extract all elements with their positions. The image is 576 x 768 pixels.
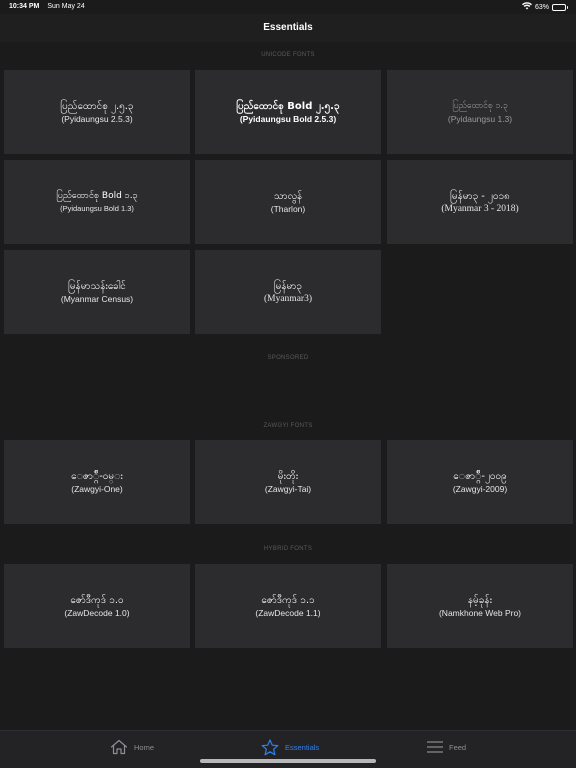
font-tile-pyidaungsu-1-3[interactable]: ပြည်ထောင်စု ၁.၃ (Pyidaungsu 1.3) [387, 70, 573, 154]
font-name: ပြည်ထောင်စု ၂.၅.၃ [60, 100, 134, 112]
font-name: ဇော်ဒီကုဒ် ၁.၁ [261, 594, 315, 606]
font-tile-myanmar-census[interactable]: မြန်မာသန်းခေါင် (Myanmar Census) [4, 250, 190, 334]
font-label: (Myanmar 3 - 2018) [441, 203, 519, 214]
font-tile-pyidaungsu-bold-2-5-3[interactable]: ပြည်ထောင်စု Bold ၂.၅.၃ (Pyidaungsu Bold … [195, 70, 381, 154]
font-tile-zawdecode-1-1[interactable]: ဇော်ဒီကုဒ် ၁.၁ (ZawDecode 1.1) [195, 564, 381, 648]
home-icon [110, 739, 128, 755]
font-name: ပြည်ထောင်စု Bold ၂.၅.၃ [236, 100, 340, 112]
home-indicator[interactable] [200, 759, 376, 763]
font-label: (Zawgyi-One) [71, 483, 123, 494]
list-icon [427, 740, 443, 754]
status-time: 10:34 PM [9, 3, 40, 10]
font-name: ပြည်ထောင်စု ၁.၃ [452, 100, 508, 111]
font-name: ပြည်ထောင်စု Bold ၁.၃ [56, 190, 138, 201]
font-tile-myanmar-3-2018[interactable]: မြန်မာ၃ - ၂၀၁၈ (Myanmar 3 - 2018) [387, 160, 573, 244]
font-label: (Tharlon) [270, 203, 306, 214]
font-name: သာလွန် [273, 190, 303, 202]
font-label: (Myanmar3) [263, 293, 312, 304]
font-tile-myanmar3[interactable]: မြန်မာ၃ (Myanmar3) [195, 250, 381, 334]
tab-home-label: Home [134, 742, 155, 752]
font-label: (Pyidaungsu Bold 2.5.3) [239, 113, 337, 124]
font-name: မြန်မာ၃ [273, 280, 303, 292]
font-label: (Zawgyi-Tai) [264, 483, 312, 494]
status-bar: 10:34 PM Sun May 24 63% [0, 0, 576, 14]
font-tile-pyidaungsu-2-5-3[interactable]: ပြည်ထောင်စု ၂.၅.၃ (Pyidaungsu 2.5.3) [4, 70, 190, 154]
page-title: Essentials [263, 22, 313, 33]
font-name: ဇော်ဒီကုဒ် ၁.၀ [70, 594, 124, 606]
font-label: (Pyidaungsu Bold 1.3) [60, 203, 134, 213]
font-label: (Namkhone Web Pro) [438, 607, 522, 618]
font-label: (Pyidaungsu 1.3) [447, 113, 513, 124]
font-tile-zawgyi-tai[interactable]: မိုးတိုး (Zawgyi-Tai) [195, 440, 381, 524]
tab-home[interactable]: Home [110, 738, 154, 756]
font-tile-namkhone-web-pro[interactable]: နမ့်ခုန်း (Namkhone Web Pro) [387, 564, 573, 648]
font-label: (ZawDecode 1.1) [255, 607, 321, 618]
font-tile-tharlon[interactable]: သာလွန် (Tharlon) [195, 160, 381, 244]
font-tile-pyidaungsu-bold-1-3[interactable]: ပြည်ထောင်စု Bold ၁.၃ (Pyidaungsu Bold 1.… [4, 160, 190, 244]
font-tile-zawdecode-1-0[interactable]: ဇော်ဒီကုဒ် ၁.၀ (ZawDecode 1.0) [4, 564, 190, 648]
status-date: Sun May 24 [47, 3, 85, 10]
tab-feed-label: Feed [449, 742, 467, 752]
section-header-zawgyi: ZAWGYI FONTS [263, 423, 313, 429]
font-list[interactable]: UNICODE FONTS ပြည်ထောင်စု ၂.၅.၃ (Pyidaun… [0, 42, 576, 730]
font-name: မြန်မာ၃ - ၂၀၁၈ [450, 190, 510, 202]
tab-essentials-label: Essentials [285, 742, 320, 752]
status-left: 10:34 PM Sun May 24 [9, 3, 85, 10]
font-name: မြန်မာသန်းခေါင် [68, 280, 126, 292]
font-label: (Myanmar Census) [60, 293, 134, 304]
font-label: (ZawDecode 1.0) [64, 607, 130, 618]
tab-feed[interactable]: Feed [427, 738, 466, 756]
font-label: (Pyidaungsu 2.5.3) [61, 113, 133, 124]
font-tile-zawgyi-one[interactable]: ေဇာ္ဂ်ီ-ဝမ္း (Zawgyi-One) [4, 440, 190, 524]
section-header-sponsored: SPONSORED [267, 355, 309, 361]
star-icon [261, 738, 279, 756]
font-label: (Zawgyi-2009) [452, 483, 508, 494]
wifi-icon [521, 2, 532, 12]
font-name: နမ့်ခုန်း [467, 594, 493, 606]
app-screen: 10:34 PM Sun May 24 63% Essentials UNICO… [0, 0, 576, 768]
navigation-bar: Essentials [0, 14, 576, 42]
tab-essentials[interactable]: Essentials [261, 738, 319, 756]
battery-percent: 63% [534, 3, 549, 11]
section-header-hybrid: HYBRID FONTS [263, 546, 313, 552]
font-tile-zawgyi-2009[interactable]: ေဇာ္ဂ်ီ-၂၀၀၉ (Zawgyi-2009) [387, 440, 573, 524]
font-name: ေဇာ္ဂ်ီ-၂၀၀၉ [453, 470, 507, 482]
font-name: မိုးတိုး [277, 470, 299, 482]
section-header-unicode: UNICODE FONTS [261, 52, 315, 58]
battery-icon [552, 3, 568, 11]
status-right: 63% [521, 2, 568, 12]
font-name: ေဇာ္ဂ်ီ-ဝမ္း [71, 470, 123, 482]
